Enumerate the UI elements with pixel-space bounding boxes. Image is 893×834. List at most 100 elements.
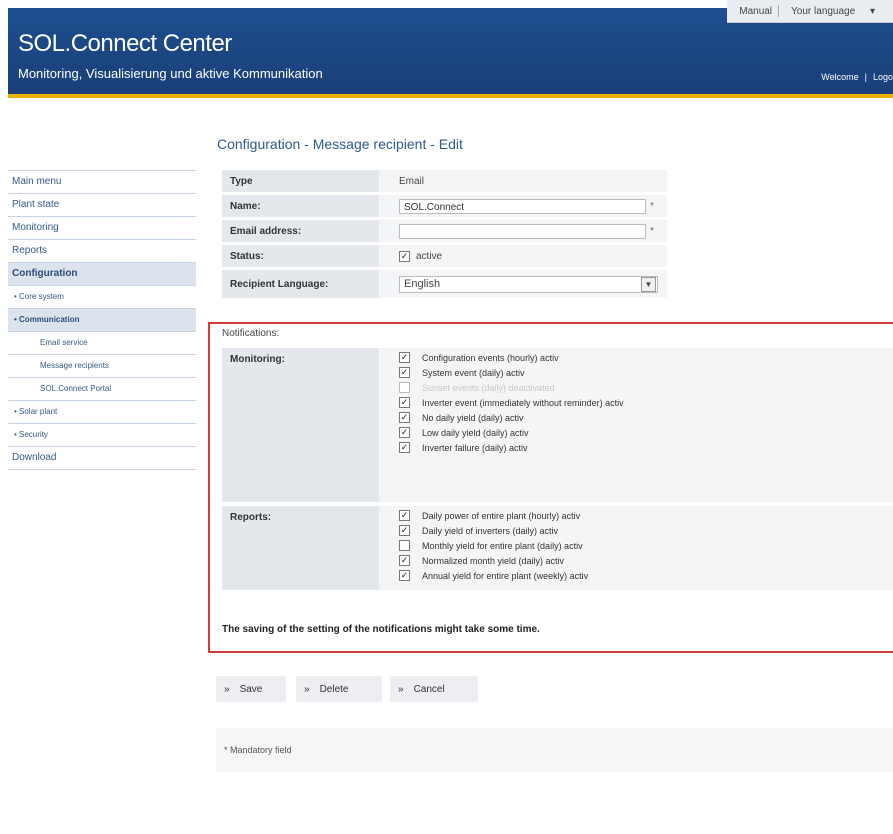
- name-cell: SOL.Connect *: [379, 195, 667, 217]
- sidebar-item-download[interactable]: Download: [8, 447, 196, 470]
- status-label: Status:: [222, 245, 379, 267]
- reports-list: ✓ Daily power of entire plant (hourly) ac…: [379, 506, 893, 590]
- monitoring-checkbox[interactable]: ✓: [399, 367, 410, 378]
- sidebar-item-security[interactable]: • Security: [8, 424, 196, 447]
- status-cell: ✓ active: [379, 245, 667, 267]
- monitoring-checkbox[interactable]: ✓: [399, 397, 410, 408]
- type-row: Type Email: [222, 170, 667, 192]
- monitoring-label: System event (daily) activ: [422, 367, 525, 378]
- raquo-icon: »: [398, 683, 404, 695]
- report-checkbox[interactable]: ✓: [399, 525, 410, 536]
- monitoring-item: ✓ Low daily yield (daily) activ: [399, 425, 893, 440]
- sidebar-item-monitoring[interactable]: Monitoring: [8, 217, 196, 240]
- sidebar-item-solconnect-portal[interactable]: SOL.Connect Portal: [8, 378, 196, 401]
- monitoring-checkbox[interactable]: ✓: [399, 442, 410, 453]
- monitoring-label: No daily yield (daily) activ: [422, 412, 524, 423]
- monitoring-item: ✓ Inverter failure (daily) activ: [399, 440, 893, 455]
- name-input[interactable]: SOL.Connect: [399, 198, 646, 214]
- report-checkbox[interactable]: ✓: [399, 555, 410, 566]
- monitoring-list: ✓ Configuration events (hourly) activ ✓ Sys…: [379, 348, 893, 502]
- language-dropdown[interactable]: Your language ▾: [779, 6, 887, 17]
- sidebar-nav: Main menu Plant state Monitoring Reports…: [8, 170, 196, 470]
- monitoring-label: Sunset events (daily) deactivated: [422, 382, 555, 393]
- top-utility-bar: Manual Your language ▾: [727, 0, 893, 23]
- language-select[interactable]: English ▼: [399, 275, 658, 293]
- delete-button[interactable]: » Delete: [296, 676, 382, 702]
- status-checkbox[interactable]: ✓: [399, 250, 410, 262]
- cancel-label: Cancel: [413, 683, 445, 695]
- monitoring-group: Monitoring: ✓ Configuration events (hourl…: [222, 348, 893, 502]
- monitoring-label: Inverter event (immediately without remi…: [422, 397, 624, 408]
- report-label: Annual yield for entire plant (weekly) a…: [422, 570, 589, 581]
- sidebar-item-reports[interactable]: Reports: [8, 240, 196, 263]
- welcome-sep: |: [864, 72, 867, 82]
- cancel-button[interactable]: » Cancel: [390, 676, 478, 702]
- report-item: ✓ Annual yield for entire plant (weekly) …: [399, 568, 893, 583]
- monitoring-label: Low daily yield (daily) activ: [422, 427, 529, 438]
- report-item: ✓ Normalized month yield (daily) activ: [399, 553, 893, 568]
- name-label: Name:: [222, 195, 379, 217]
- monitoring-label: Inverter failure (daily) activ: [422, 442, 528, 453]
- report-item: ✓ Daily power of entire plant (hourly) ac…: [399, 508, 893, 523]
- manual-link[interactable]: Manual: [733, 6, 778, 17]
- report-item: Monthly yield for entire plant (daily) a…: [399, 538, 893, 553]
- sidebar-item-solar-plant[interactable]: • Solar plant: [8, 401, 196, 424]
- sidebar-item-core-system[interactable]: • Core system: [8, 286, 196, 309]
- raquo-icon: »: [304, 683, 310, 695]
- monitoring-item: ✓ Configuration events (hourly) activ: [399, 350, 893, 365]
- monitoring-checkbox[interactable]: ✓: [399, 412, 410, 423]
- monitoring-label: Configuration events (hourly) activ: [422, 352, 559, 363]
- chevron-down-icon: ▼: [641, 276, 656, 292]
- language-row: Recipient Language: English ▼: [222, 270, 667, 298]
- delete-label: Delete: [319, 683, 349, 695]
- reports-label: Reports:: [222, 506, 379, 590]
- required-mark: *: [650, 200, 654, 212]
- type-value: Email: [379, 170, 667, 192]
- monitoring-item: ✓ System event (daily) activ: [399, 365, 893, 380]
- welcome-bar: Welcome | Logo: [821, 72, 893, 82]
- language-label: Your language: [791, 5, 856, 17]
- sidebar-item-message-recipients[interactable]: Message recipients: [8, 355, 196, 378]
- report-item: ✓ Daily yield of inverters (daily) activ: [399, 523, 893, 538]
- sidebar-item-plant-state[interactable]: Plant state: [8, 194, 196, 217]
- notifications-title: Notifications:: [222, 328, 280, 339]
- sidebar-item-communication[interactable]: • Communication: [8, 309, 196, 332]
- report-checkbox[interactable]: ✓: [399, 570, 410, 581]
- required-mark: *: [650, 225, 654, 237]
- email-row: Email address: *: [222, 220, 667, 242]
- sidebar-item-main-menu[interactable]: Main menu: [8, 170, 196, 194]
- report-checkbox[interactable]: [399, 540, 410, 551]
- notifications-panel: Notifications: Monitoring: ✓ Configuratio…: [208, 322, 893, 653]
- report-label: Daily power of entire plant (hourly) act…: [422, 510, 581, 521]
- lang-label: Recipient Language:: [222, 270, 379, 298]
- monitoring-label: Monitoring:: [222, 348, 379, 502]
- language-select-value: English: [404, 278, 441, 290]
- saving-note: The saving of the setting of the notific…: [222, 624, 540, 635]
- save-button[interactable]: » Save: [216, 676, 286, 702]
- monitoring-item: ✓ No daily yield (daily) activ: [399, 410, 893, 425]
- monitoring-checkbox: [399, 382, 410, 393]
- chevron-down-icon: ▾: [869, 5, 875, 17]
- name-row: Name: SOL.Connect *: [222, 195, 667, 217]
- raquo-icon: »: [224, 683, 230, 695]
- app-title: SOL.Connect Center: [18, 30, 232, 57]
- sidebar-item-configuration[interactable]: Configuration: [8, 263, 196, 286]
- logout-link[interactable]: Logo: [873, 72, 893, 82]
- report-label: Normalized month yield (daily) activ: [422, 555, 565, 566]
- monitoring-checkbox[interactable]: ✓: [399, 427, 410, 438]
- type-label: Type: [222, 170, 379, 192]
- monitoring-item: ✓ Inverter event (immediately without rem…: [399, 395, 893, 410]
- recipient-form: Type Email Name: SOL.Connect * Email add…: [222, 170, 667, 301]
- welcome-text: Welcome: [821, 72, 859, 82]
- reports-group: Reports: ✓ Daily power of entire plant (h…: [222, 506, 893, 590]
- status-row: Status: ✓ active: [222, 245, 667, 267]
- sidebar-item-email-service[interactable]: Email service: [8, 332, 196, 355]
- report-label: Monthly yield for entire plant (daily) a…: [422, 540, 583, 551]
- mandatory-note: * Mandatory field: [216, 728, 893, 772]
- monitoring-checkbox[interactable]: ✓: [399, 352, 410, 363]
- status-value: active: [416, 250, 443, 262]
- save-label: Save: [239, 683, 263, 695]
- report-checkbox[interactable]: ✓: [399, 510, 410, 521]
- email-input[interactable]: [399, 223, 646, 239]
- header-accent-line: [8, 94, 893, 98]
